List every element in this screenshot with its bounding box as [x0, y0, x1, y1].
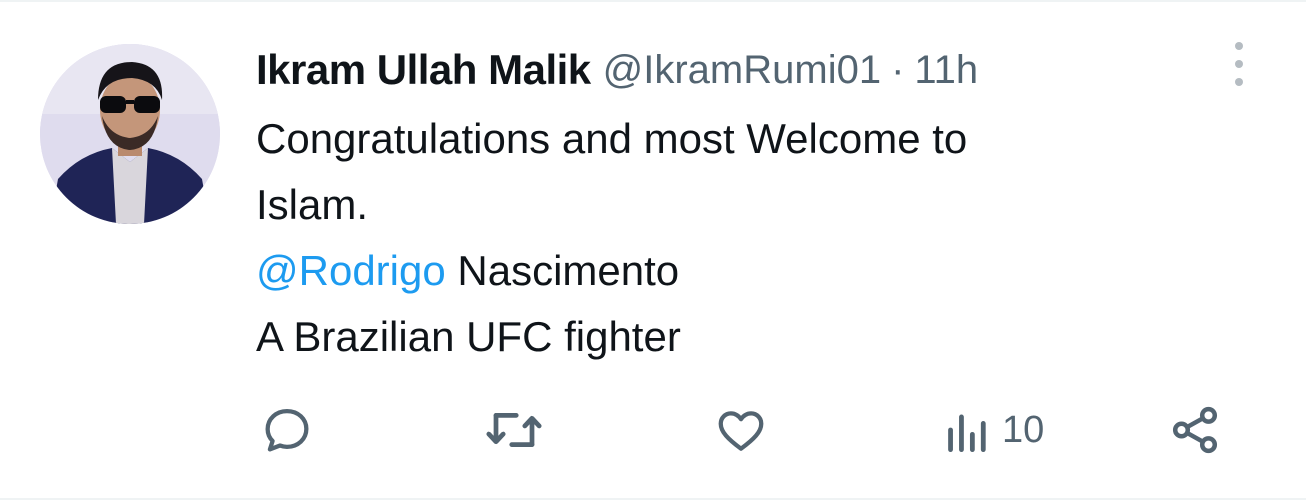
views-count: 10 [1002, 408, 1045, 451]
author-display-name[interactable]: Ikram Ullah Malik [256, 46, 591, 94]
retweet-button[interactable] [484, 400, 544, 460]
retweet-icon [486, 413, 542, 447]
views-icon [948, 414, 986, 453]
dot [1235, 60, 1243, 68]
like-button[interactable] [714, 400, 768, 460]
tweet-line-1: Congratulations and most Welcome to [256, 115, 968, 162]
tweet-text: Congratulations and most Welcome to Isla… [256, 106, 1236, 370]
tweet-card[interactable]: Ikram Ullah Malik @IkramRumi01 · 11h Con… [0, 0, 1306, 500]
share-icon [1172, 406, 1218, 454]
dot [1235, 78, 1243, 86]
tweet-line-3: @Rodrigo Nascimento [256, 238, 1236, 304]
mention-link[interactable]: @Rodrigo [256, 247, 446, 294]
tweet-line-4: A Brazilian UFC fighter [256, 313, 681, 360]
separator-dot: · [891, 47, 905, 92]
action-bar: 10 [0, 400, 1306, 460]
share-button[interactable] [1168, 400, 1222, 460]
avatar[interactable] [40, 44, 220, 224]
heart-icon [718, 411, 764, 451]
dot [1235, 42, 1243, 50]
more-options-icon[interactable] [1222, 42, 1256, 86]
mention-rest: Nascimento [445, 247, 680, 294]
tweet-line-2: Islam. [256, 181, 369, 228]
author-handle[interactable]: @IkramRumi01 [603, 48, 881, 93]
reply-icon [265, 408, 309, 452]
tweet-header: Ikram Ullah Malik @IkramRumi01 · 11h [256, 42, 978, 98]
reply-button[interactable] [260, 400, 314, 460]
tweet-timestamp[interactable]: 11h [914, 48, 978, 93]
views-button[interactable]: 10 [944, 400, 1044, 460]
